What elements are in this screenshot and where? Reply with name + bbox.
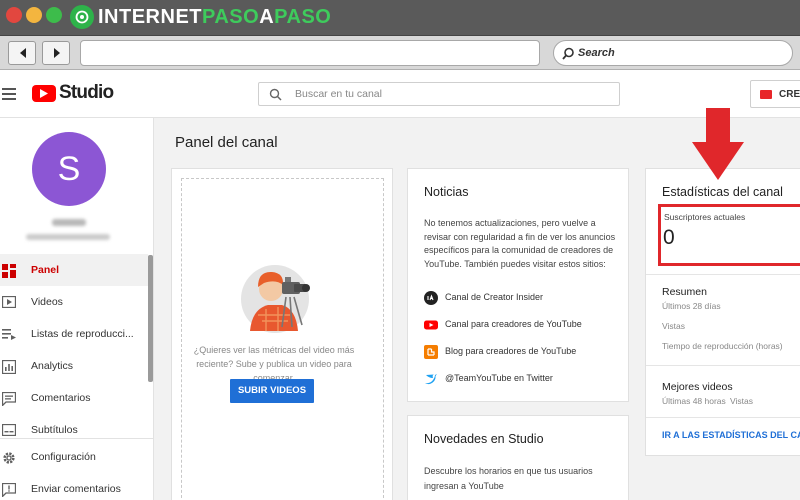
close-window-button[interactable] xyxy=(6,7,22,23)
youtube-logo-icon[interactable] xyxy=(32,85,56,102)
browser-toolbar: Search xyxy=(0,36,800,70)
news-link-label: Canal de Creator Insider xyxy=(445,292,544,302)
red-arrow-annotation xyxy=(692,108,744,180)
stats-divider xyxy=(646,417,800,418)
go-to-analytics-link[interactable]: IR A LAS ESTADÍSTICAS DEL CA xyxy=(662,430,800,440)
upload-dropzone[interactable] xyxy=(181,178,384,500)
photographer-illustration-icon xyxy=(241,265,310,333)
subscribers-label: Suscriptores actuales xyxy=(664,212,746,222)
studio-header: Studio Buscar en tu canal CREA xyxy=(0,70,800,118)
views-label: Vistas xyxy=(662,321,685,331)
dashboard-icon xyxy=(2,264,16,278)
channel-avatar[interactable]: S xyxy=(32,132,106,206)
window-titlebar: INTERNETPASOAPASO xyxy=(0,0,800,36)
create-button-label: CREA xyxy=(779,89,800,100)
playlist-icon xyxy=(2,329,16,340)
sidebar-item-label: Enviar comentarios xyxy=(31,483,121,495)
subscribers-highlight: Suscriptores actuales 0 xyxy=(658,204,800,266)
summary-period: Últimos 28 días xyxy=(662,301,721,311)
video-icon xyxy=(2,296,16,308)
sidebar-item-label: Comentarios xyxy=(31,392,91,404)
news-card: Noticias No tenemos actualizaciones, per… xyxy=(407,168,629,402)
sidebar-item-label: Videos xyxy=(31,296,63,308)
twitter-icon xyxy=(425,374,437,385)
channel-stats-card: Estadísticas del canal Suscriptores actu… xyxy=(645,168,800,456)
sidebar: S Panel Videos Listas de reproducci... A… xyxy=(0,118,154,500)
channel-name-blurred xyxy=(52,219,86,226)
sidebar-scrollbar[interactable] xyxy=(148,255,153,382)
channel-search-placeholder: Buscar en tu canal xyxy=(295,88,382,100)
watch-time-label: Tiempo de reproducción (horas) xyxy=(662,341,783,351)
studio-news-card: Novedades en Studio Descubre los horario… xyxy=(407,415,629,500)
stats-title: Estadísticas del canal xyxy=(662,185,783,199)
sidebar-item-label: Configuración xyxy=(31,451,96,463)
sidebar-item-label: Panel xyxy=(31,264,60,276)
browser-search-input[interactable]: Search xyxy=(553,40,793,66)
news-link-label: Canal para creadores de YouTube xyxy=(445,319,582,329)
summary-title: Resumen xyxy=(662,286,707,298)
stats-divider xyxy=(646,274,800,275)
creator-insider-icon xyxy=(424,291,438,305)
forward-arrow-icon xyxy=(54,48,60,58)
brand-logo-icon xyxy=(70,5,94,29)
stats-divider xyxy=(646,365,800,366)
app-title[interactable]: Studio xyxy=(59,82,114,104)
sidebar-item-analytics[interactable]: Analytics xyxy=(0,350,148,382)
maximize-window-button[interactable] xyxy=(46,7,62,23)
video-camera-icon xyxy=(760,90,772,99)
top-videos-period: Últimas 48 horas xyxy=(662,396,726,406)
forward-button[interactable] xyxy=(42,41,70,65)
sidebar-item-panel[interactable]: Panel xyxy=(0,254,148,286)
page-title: Panel del canal xyxy=(175,134,278,151)
sidebar-item-settings[interactable]: Configuración xyxy=(0,441,148,473)
address-bar[interactable] xyxy=(80,40,540,66)
back-button[interactable] xyxy=(8,41,36,65)
search-icon xyxy=(269,88,282,101)
studio-news-text: Descubre los horarios en que tus usuario… xyxy=(424,466,593,491)
feedback-icon xyxy=(2,483,16,497)
news-text: No tenemos actualizaciones, pero vuelve … xyxy=(424,218,616,269)
channel-handle-blurred xyxy=(26,234,110,240)
blogger-icon xyxy=(424,345,438,359)
sidebar-item-label: Listas de reproducci... xyxy=(31,328,134,340)
search-icon xyxy=(562,47,574,60)
youtube-icon xyxy=(424,320,438,330)
top-videos-title: Mejores videos xyxy=(662,381,733,393)
sidebar-item-label: Subtítulos xyxy=(31,424,78,436)
channel-search-input[interactable]: Buscar en tu canal xyxy=(258,82,620,106)
studio-news-title: Novedades en Studio xyxy=(424,432,544,446)
comments-icon xyxy=(2,392,16,406)
analytics-icon xyxy=(2,360,16,374)
news-title: Noticias xyxy=(424,185,469,199)
browser-search-placeholder: Search xyxy=(578,47,615,59)
brand-wordmark: INTERNETPASOAPASO xyxy=(98,6,332,28)
news-link-label: Blog para creadores de YouTube xyxy=(445,346,577,356)
sidebar-item-comments[interactable]: Comentarios xyxy=(0,382,148,414)
upload-videos-button[interactable]: SUBIR VIDEOS xyxy=(230,379,314,403)
sidebar-item-label: Analytics xyxy=(31,360,74,372)
back-arrow-icon xyxy=(20,48,26,58)
top-videos-views: Vistas xyxy=(730,396,753,406)
upload-card: ¿Quieres ver las métricas del video más … xyxy=(171,168,393,500)
news-link-label: @TeamYouTube en Twitter xyxy=(445,373,553,383)
sidebar-divider xyxy=(0,438,154,439)
gear-icon xyxy=(3,452,15,464)
subtitles-icon xyxy=(2,424,16,436)
create-button[interactable]: CREA xyxy=(750,80,800,108)
minimize-window-button[interactable] xyxy=(26,7,42,23)
menu-icon[interactable] xyxy=(2,88,16,100)
sidebar-item-feedback[interactable]: Enviar comentarios xyxy=(0,473,148,500)
sidebar-item-videos[interactable]: Videos xyxy=(0,286,148,318)
subscribers-count: 0 xyxy=(663,226,675,249)
sidebar-item-playlists[interactable]: Listas de reproducci... xyxy=(0,318,148,350)
